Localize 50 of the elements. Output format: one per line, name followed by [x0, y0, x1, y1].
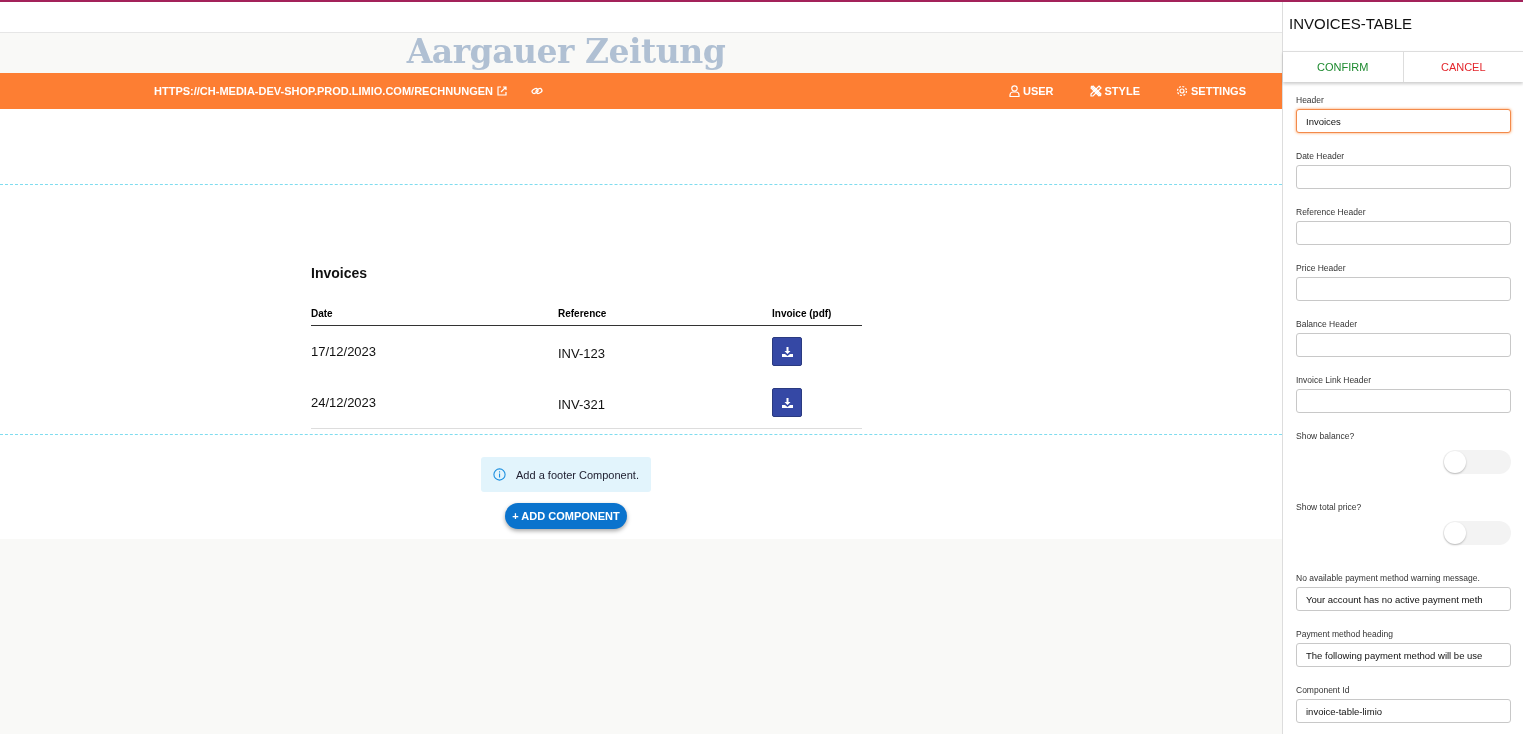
toggle-switch[interactable] — [1443, 521, 1511, 545]
text-field[interactable]: invoice-table-limio — [1296, 699, 1511, 723]
pencil-ruler-icon — [1089, 85, 1102, 97]
field-label: No available payment method warning message. — [1296, 573, 1481, 583]
field-label: Payment method heading — [1296, 629, 1394, 639]
field-label: Show total price? — [1296, 502, 1363, 512]
link-icon[interactable] — [531, 86, 543, 96]
column-header: Date — [311, 308, 558, 326]
field-label: Invoice Link Header — [1296, 375, 1373, 385]
field-label: Reference Header — [1296, 207, 1367, 217]
reference-cell: INV-123 — [558, 325, 772, 377]
invoices-heading: Invoices — [311, 265, 369, 281]
text-field[interactable]: The following payment method will be use — [1296, 643, 1511, 667]
column-header: Invoice (pdf) — [772, 308, 862, 326]
panel-title: INVOICES-TABLE — [1288, 14, 1414, 34]
nav-style-button[interactable]: STYLE — [1089, 85, 1140, 97]
text-field[interactable]: Your account has no active payment meth — [1296, 587, 1511, 611]
settings-icon — [1176, 85, 1188, 97]
column-header: Reference — [558, 308, 772, 326]
field-label: Show balance? — [1296, 431, 1356, 441]
page-url-link[interactable]: HTTPS://CH-MEDIA-DEV-SHOP.PROD.LIMIO.COM/RECHNUNGEN — [154, 85, 507, 97]
toggle-switch[interactable] — [1443, 450, 1511, 474]
field-label: Balance Header — [1296, 319, 1358, 329]
add-component-button[interactable]: + ADD COMPONENT — [505, 503, 627, 529]
nav-user-button[interactable]: USER — [1008, 85, 1054, 97]
notice-text: Add a footer Component. — [516, 468, 639, 481]
date-cell: 24/12/2023 — [311, 377, 558, 429]
field-label: Price Header — [1296, 263, 1347, 273]
user-icon — [1008, 85, 1020, 97]
confirm-button[interactable]: CONFIRM — [1283, 52, 1404, 82]
external-link-icon — [497, 86, 507, 96]
text-field[interactable] — [1296, 333, 1511, 357]
cancel-button[interactable]: CANCEL — [1403, 52, 1523, 82]
field-label: Component Id — [1296, 685, 1351, 695]
text-field[interactable] — [1296, 277, 1511, 301]
download-icon — [781, 346, 793, 357]
download-button[interactable] — [772, 388, 802, 417]
reference-cell: INV-321 — [558, 377, 772, 429]
nav-settings-button[interactable]: SETTINGS — [1176, 85, 1246, 97]
field-label: Header — [1296, 95, 1325, 105]
text-field[interactable] — [1296, 389, 1511, 413]
text-field[interactable]: Invoices — [1296, 109, 1511, 133]
download-icon — [781, 397, 793, 408]
field-label: Date Header — [1296, 151, 1346, 161]
text-field[interactable] — [1296, 165, 1511, 189]
info-icon — [493, 468, 507, 481]
text-field[interactable] — [1296, 221, 1511, 245]
date-cell: 17/12/2023 — [311, 325, 558, 377]
download-button[interactable] — [772, 337, 802, 366]
newspaper-logo: Aargauer Zeitung — [406, 35, 726, 73]
